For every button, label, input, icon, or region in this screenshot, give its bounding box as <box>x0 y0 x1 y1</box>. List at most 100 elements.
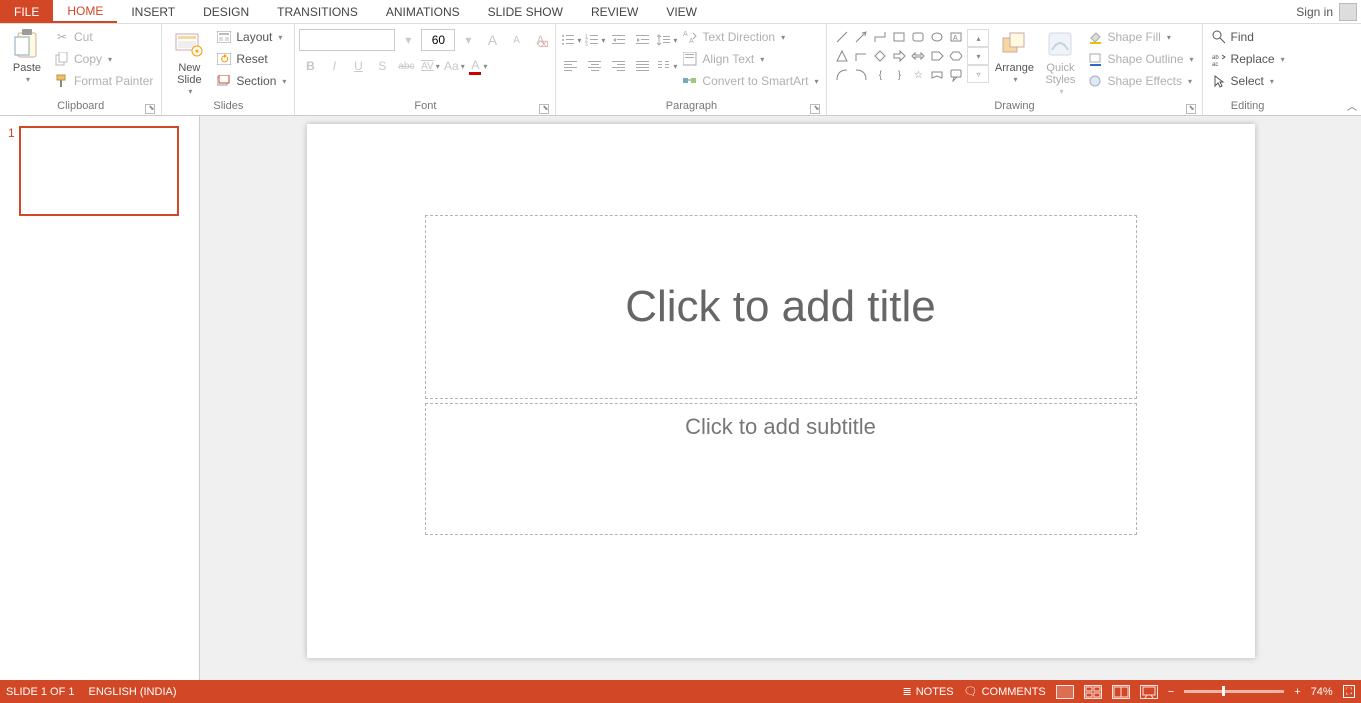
new-slide-button[interactable]: ✶ New Slide <box>166 26 212 98</box>
columns-button[interactable] <box>656 55 678 77</box>
shape-oval-icon[interactable] <box>928 28 946 46</box>
convert-smartart-button[interactable]: Convert to SmartArt <box>678 70 822 92</box>
paragraph-launcher[interactable]: ⬊ <box>810 104 820 114</box>
notes-button[interactable]: ≣NOTES <box>903 685 954 698</box>
title-placeholder[interactable]: Click to add title <box>425 215 1137 399</box>
shape-diamond-icon[interactable] <box>871 47 889 65</box>
tab-animations[interactable]: ANIMATIONS <box>372 0 474 23</box>
shape-curve-icon[interactable] <box>833 66 851 84</box>
char-spacing-button[interactable]: AV <box>419 55 441 77</box>
zoom-out-button[interactable]: − <box>1168 686 1174 698</box>
bullets-button[interactable] <box>560 29 582 51</box>
tab-insert[interactable]: INSERT <box>117 0 189 23</box>
align-center-button[interactable] <box>584 55 606 77</box>
shape-line-icon[interactable] <box>833 28 851 46</box>
justify-button[interactable] <box>632 55 654 77</box>
shapes-gallery[interactable]: A { } ☆ <box>833 28 965 84</box>
underline-button[interactable]: U <box>347 55 369 77</box>
font-launcher[interactable]: ⬊ <box>539 104 549 114</box>
shape-textbox-icon[interactable]: A <box>947 28 965 46</box>
quick-styles-button[interactable]: Quick Styles <box>1037 26 1083 98</box>
zoom-slider[interactable] <box>1184 690 1284 693</box>
replace-button[interactable]: abacReplace <box>1207 48 1289 70</box>
shape-triangle-icon[interactable] <box>833 47 851 65</box>
slideshow-view-button[interactable] <box>1140 685 1158 699</box>
comments-button[interactable]: 🗨COMMENTS <box>964 685 1046 698</box>
shadow-button[interactable]: S <box>371 55 393 77</box>
numbering-button[interactable]: 123 <box>584 29 606 51</box>
shapes-scroll-up[interactable]: ▴ <box>967 29 989 47</box>
format-painter-button[interactable]: Format Painter <box>50 70 157 92</box>
copy-button[interactable]: Copy <box>50 48 157 70</box>
shape-outline-button[interactable]: Shape Outline <box>1083 48 1197 70</box>
font-name-input[interactable] <box>299 29 395 51</box>
zoom-in-button[interactable]: + <box>1294 686 1300 698</box>
select-button[interactable]: Select <box>1207 70 1289 92</box>
shape-rbrace-icon[interactable]: } <box>890 66 908 84</box>
slide-count[interactable]: SLIDE 1 OF 1 <box>6 686 74 698</box>
shrink-font-button[interactable]: A <box>505 29 527 51</box>
shape-effects-button[interactable]: Shape Effects <box>1083 70 1197 92</box>
text-direction-button[interactable]: AAText Direction <box>678 26 822 48</box>
shape-hexagon-icon[interactable] <box>947 47 965 65</box>
shape-rect-icon[interactable] <box>890 28 908 46</box>
subtitle-placeholder[interactable]: Click to add subtitle <box>425 403 1137 535</box>
clipboard-launcher[interactable]: ⬊ <box>145 104 155 114</box>
cut-button[interactable]: ✂Cut <box>50 26 157 48</box>
tab-design[interactable]: DESIGN <box>189 0 263 23</box>
font-size-input[interactable] <box>421 29 455 51</box>
arrange-button[interactable]: Arrange <box>991 26 1037 86</box>
shapes-more[interactable]: ▿ <box>967 65 989 83</box>
shape-block-arrow-icon[interactable] <box>890 47 908 65</box>
clear-formatting-button[interactable]: A⌫ <box>529 29 551 51</box>
shape-arc-icon[interactable] <box>852 66 870 84</box>
section-button[interactable]: Section <box>212 70 290 92</box>
shape-banner-icon[interactable] <box>928 66 946 84</box>
tab-slideshow[interactable]: SLIDE SHOW <box>474 0 577 23</box>
reading-view-button[interactable] <box>1112 685 1130 699</box>
tab-file[interactable]: FILE <box>0 0 53 23</box>
slide[interactable]: Click to add title Click to add subtitle <box>307 124 1255 658</box>
font-name-dropdown[interactable]: ▾ <box>397 29 419 51</box>
thumbnail-preview[interactable] <box>19 126 179 216</box>
align-right-button[interactable] <box>608 55 630 77</box>
zoom-level[interactable]: 74% <box>1311 686 1333 698</box>
grow-font-button[interactable]: A <box>481 29 503 51</box>
fit-to-window-button[interactable]: ⛶ <box>1343 685 1355 698</box>
shape-fill-button[interactable]: Shape Fill <box>1083 26 1197 48</box>
user-avatar-icon[interactable] <box>1339 3 1357 21</box>
drawing-launcher[interactable]: ⬊ <box>1186 104 1196 114</box>
thumbnail-1[interactable]: 1 <box>8 126 191 216</box>
reset-button[interactable]: Reset <box>212 48 290 70</box>
decrease-indent-button[interactable] <box>608 29 630 51</box>
shape-arrow-icon[interactable] <box>852 28 870 46</box>
font-color-button[interactable]: A <box>467 55 489 77</box>
shape-roundrect-icon[interactable] <box>909 28 927 46</box>
slide-canvas-area[interactable]: Click to add title Click to add subtitle <box>200 116 1361 680</box>
shape-callout-icon[interactable] <box>947 66 965 84</box>
change-case-button[interactable]: Aa <box>443 55 465 77</box>
normal-view-button[interactable] <box>1056 685 1074 699</box>
strikethrough-button[interactable]: abc <box>395 55 417 77</box>
font-size-dropdown[interactable]: ▾ <box>457 29 479 51</box>
line-spacing-button[interactable] <box>656 29 678 51</box>
tab-transitions[interactable]: TRANSITIONS <box>263 0 372 23</box>
language-status[interactable]: ENGLISH (INDIA) <box>88 686 176 698</box>
align-left-button[interactable] <box>560 55 582 77</box>
signin-link[interactable]: Sign in <box>1296 5 1333 19</box>
find-button[interactable]: Find <box>1207 26 1289 48</box>
shape-pentagon-icon[interactable] <box>928 47 946 65</box>
collapse-ribbon-button[interactable]: ︿ <box>1347 98 1357 113</box>
bold-button[interactable]: B <box>299 55 321 77</box>
tab-home[interactable]: HOME <box>53 0 117 23</box>
shape-star-icon[interactable]: ☆ <box>909 66 927 84</box>
tab-review[interactable]: REVIEW <box>577 0 652 23</box>
paste-button[interactable]: Paste <box>4 26 50 86</box>
layout-button[interactable]: Layout <box>212 26 290 48</box>
increase-indent-button[interactable] <box>632 29 654 51</box>
align-text-button[interactable]: Align Text <box>678 48 822 70</box>
shape-elbow-icon[interactable] <box>852 47 870 65</box>
tab-view[interactable]: VIEW <box>652 0 711 23</box>
shapes-scroll-down[interactable]: ▾ <box>967 47 989 65</box>
slide-sorter-view-button[interactable] <box>1084 685 1102 699</box>
